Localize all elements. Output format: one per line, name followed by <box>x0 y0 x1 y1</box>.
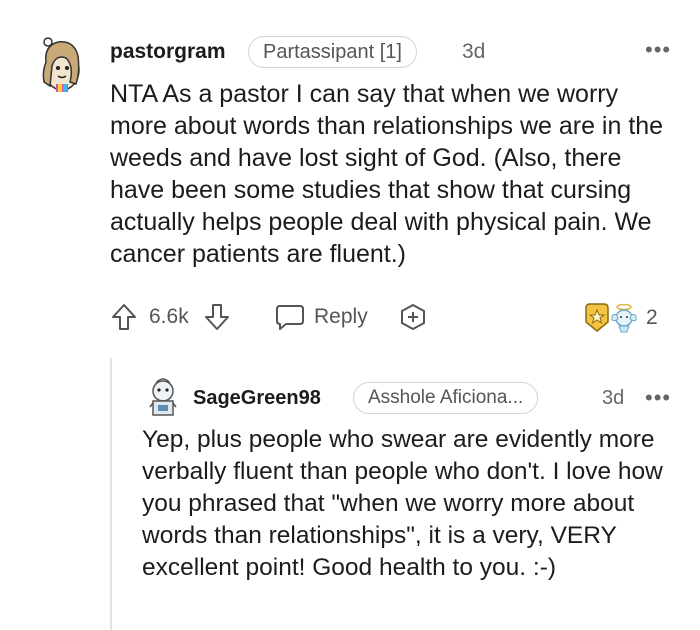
user-avatar[interactable] <box>36 32 88 92</box>
speech-bubble-icon <box>274 302 306 332</box>
awards-count: 2 <box>646 306 658 329</box>
reply-user-flair: Asshole Aficiona... <box>353 382 539 414</box>
reply-avatar[interactable] <box>144 377 182 419</box>
more-options-button[interactable]: ••• <box>645 39 671 61</box>
comment-age: 3d <box>462 40 486 63</box>
reply-username[interactable]: SageGreen98 <box>193 387 321 410</box>
awards-summary[interactable]: 2 <box>582 302 658 334</box>
award-badges-icon <box>582 302 640 334</box>
reply-more-options-button[interactable]: ••• <box>645 387 671 409</box>
reply-age: 3d <box>602 387 625 409</box>
vote-score: 6.6k <box>149 305 189 328</box>
plus-hexagon-icon <box>398 302 428 332</box>
thread-line[interactable] <box>110 358 112 630</box>
user-flair: Partassipant [1] <box>248 36 417 68</box>
give-award-button[interactable] <box>398 302 428 332</box>
reply-label: Reply <box>314 305 368 328</box>
reply-button[interactable]: Reply <box>274 302 368 332</box>
reply-body: Yep, plus people who swear are evidently… <box>142 426 663 581</box>
arrow-down-icon <box>203 302 231 332</box>
upvote-button[interactable] <box>110 302 138 332</box>
downvote-button[interactable] <box>203 302 231 332</box>
comment-body: NTA As a pastor I can say that when we w… <box>110 80 664 268</box>
comment-username[interactable]: pastorgram <box>110 40 226 64</box>
arrow-up-icon <box>110 302 138 332</box>
